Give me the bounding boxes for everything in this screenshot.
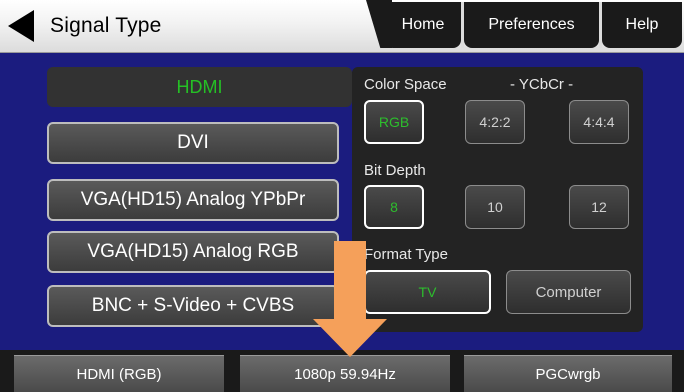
color-space-444-button[interactable]: 4:4:4 — [569, 100, 629, 144]
format-computer-button[interactable]: Computer — [506, 270, 631, 314]
color-space-422-button[interactable]: 4:2:2 — [465, 100, 525, 144]
selected-signal-hdmi: HDMI — [47, 67, 352, 107]
status-pattern: PGCwrgb — [464, 355, 672, 392]
signal-bnc-button[interactable]: BNC + S-Video + CVBS — [47, 285, 339, 327]
tab-home[interactable]: Home — [385, 2, 461, 48]
color-space-label: Color Space — [364, 76, 447, 93]
bit-depth-8-button[interactable]: 8 — [364, 185, 424, 229]
status-interface: HDMI (RGB) — [14, 355, 224, 392]
bit-depth-label: Bit Depth — [364, 162, 426, 179]
page-title: Signal Type — [50, 14, 162, 37]
back-arrow-icon[interactable] — [8, 10, 34, 42]
tab-help[interactable]: Help — [602, 2, 682, 48]
color-space-rgb-button[interactable]: RGB — [364, 100, 424, 144]
down-arrow-icon — [313, 241, 387, 357]
tab-preferences[interactable]: Preferences — [464, 2, 599, 48]
signal-vga-rgb-button[interactable]: VGA(HD15) Analog RGB — [47, 231, 339, 273]
bit-depth-12-button[interactable]: 12 — [569, 185, 629, 229]
screen: Signal Type Home Preferences Help HDMI D… — [0, 0, 684, 392]
bit-depth-10-button[interactable]: 10 — [465, 185, 525, 229]
status-timing: 1080p 59.94Hz — [240, 355, 450, 392]
ycbcr-label: - YCbCr - — [510, 76, 574, 93]
signal-dvi-button[interactable]: DVI — [47, 122, 339, 164]
signal-vga-ypbpr-button[interactable]: VGA(HD15) Analog YPbPr — [47, 179, 339, 221]
